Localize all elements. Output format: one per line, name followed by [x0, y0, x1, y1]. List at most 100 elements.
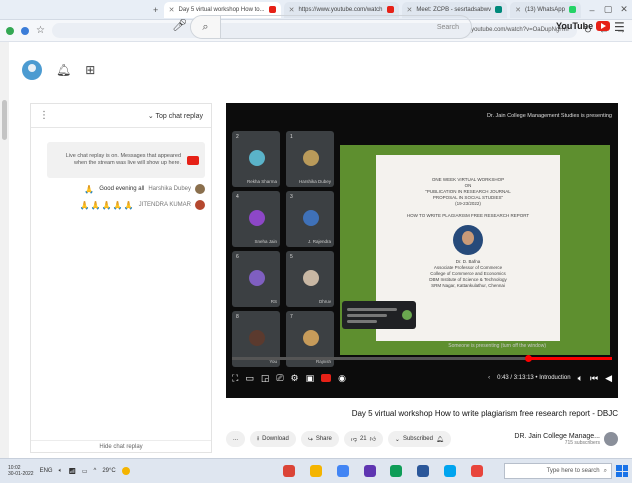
create-video-icon[interactable]: ⊞ [85, 63, 95, 77]
participant-avatar [249, 210, 265, 226]
maximize-window-icon[interactable]: ▢ [600, 4, 616, 15]
close-tab-icon[interactable]: ✕ [407, 6, 413, 14]
share-button[interactable]: ↪ Share [300, 431, 339, 447]
chrome-icon-2[interactable] [470, 465, 483, 477]
video-actions-row: ... ⭳ Download ↪ Share 👎︎ 21 👍︎ ⌄ Subscr… [226, 427, 618, 451]
autoplay-toggle[interactable] [321, 374, 332, 382]
chrome-icon[interactable] [283, 465, 296, 477]
live-chat-panel: ⋮ ⌄ Top chat replay Live chat replay is … [30, 103, 212, 453]
bookmark-star-icon[interactable]: ☆ [36, 25, 45, 36]
voice-search-icon[interactable]: 🎤︎ [172, 18, 187, 32]
chat-header: ⋮ ⌄ Top chat replay [31, 104, 211, 128]
channel-info[interactable]: DR. Jain College Manage... 715 subscribe… [514, 432, 618, 446]
more-options-icon[interactable]: ⋮ [39, 110, 49, 121]
system-tray: 10:02 30-01-2022 ENG 🔈︎ 📶︎ ▭ ^ 29°C [8, 463, 188, 479]
browser-tab-whatsapp[interactable]: (13) WhatsApp ✕ [510, 1, 581, 18]
miniplayer-icon[interactable]: ◲ [261, 373, 270, 384]
next-video-icon[interactable]: ⏮ [590, 373, 598, 384]
battery-icon[interactable]: ▭ [82, 468, 88, 475]
youtube-icon [386, 6, 394, 13]
presenter-self-view [342, 301, 416, 329]
scrollbar-thumb[interactable] [2, 100, 7, 140]
volume-icon[interactable]: 🔈︎ [578, 373, 583, 384]
file-explorer-icon[interactable] [310, 465, 323, 477]
participant-tile: 4 Sneha Jain [232, 191, 280, 247]
participant-tile: 3 J. Rajendra [286, 191, 334, 247]
like-dislike-button[interactable]: 👎︎ 21 👍︎ [343, 431, 383, 447]
taskbar-pinned-apps [276, 462, 490, 480]
volume-icon[interactable]: 🔈︎ [59, 468, 63, 475]
weather-sun-icon [121, 467, 130, 475]
new-tab-icon[interactable]: + [148, 5, 164, 15]
chat-author-avatar[interactable] [195, 200, 205, 210]
close-window-icon[interactable]: ✕ [616, 4, 632, 15]
windows-start-icon[interactable] [616, 465, 628, 477]
chapter-chevron-icon[interactable]: ‹ [488, 375, 490, 381]
participant-avatar [303, 330, 319, 346]
download-button[interactable]: ⭳ Download [250, 431, 296, 447]
subscribed-button[interactable]: ⌄ Subscribed 🔔︎ [387, 431, 451, 447]
language-indicator[interactable]: ENG [40, 468, 53, 474]
participant-avatar [303, 150, 319, 166]
extension-icon[interactable] [21, 26, 29, 35]
chevron-down-icon: ⌄ [394, 436, 400, 443]
more-actions-button[interactable]: ... [226, 431, 246, 447]
like-icon: 👍︎ [369, 437, 376, 443]
mail-icon[interactable] [336, 465, 349, 477]
search-icon: ⌕ [603, 467, 607, 474]
chat-message: JITENDRA KUMAR 🙏🙏🙏🙏🙏 [31, 200, 211, 210]
hamburger-menu-icon[interactable]: ☰ [614, 20, 625, 34]
photos-icon[interactable] [443, 465, 456, 477]
youtube-play-logo-icon [596, 21, 611, 31]
participant-avatar [249, 330, 265, 346]
channel-name[interactable]: DR. Jain College Manage... [514, 433, 600, 440]
fullscreen-icon[interactable]: ⛶ [232, 373, 238, 384]
speaker-photo [453, 225, 483, 255]
account-avatar[interactable] [22, 60, 42, 80]
taskbar-search-input[interactable]: ⌕ Type here to search [504, 463, 612, 479]
participant-tile: 6 RS [232, 251, 280, 307]
hide-chat-replay-button[interactable]: Hide chat replay [31, 440, 211, 452]
participant-tile: 2 Rekha Sharma [232, 131, 280, 187]
meet-icon [495, 6, 503, 13]
close-tab-icon[interactable]: ✕ [515, 6, 521, 14]
close-tab-icon[interactable]: ✕ [289, 6, 295, 14]
video-progress-bar[interactable] [232, 355, 612, 362]
search-bar[interactable]: ⌕ Search [190, 15, 472, 39]
chat-replay-notice: Live chat replay is on. Messages that ap… [47, 142, 205, 178]
autoplay-icon[interactable]: ◉ [338, 373, 346, 384]
youtube-header: 🔔︎ ⊞ [0, 42, 632, 98]
youtube-logo[interactable]: YouTube [556, 21, 611, 31]
whatsapp-icon [569, 6, 576, 13]
participant-avatar [249, 270, 265, 286]
weather-temp[interactable]: 29°C [102, 468, 115, 474]
search-input[interactable]: Search [221, 24, 471, 31]
theater-mode-icon[interactable]: ▭ [245, 373, 254, 384]
network-icon[interactable]: 📶︎ [68, 468, 76, 475]
video-player[interactable]: Dr. Jain College Management Studies is p… [226, 103, 618, 398]
edge-icon[interactable] [390, 465, 403, 477]
store-icon[interactable] [363, 465, 376, 477]
profile-icon[interactable] [6, 26, 14, 35]
play-pause-icon[interactable]: ◀ [605, 373, 612, 384]
search-icon[interactable]: ⌕ [191, 16, 221, 38]
close-tab-icon[interactable]: ✕ [169, 6, 175, 14]
share-icon: ↪ [307, 436, 313, 443]
time-display: 0:43 / 3:13:13 • Introduction [497, 375, 571, 381]
scrubber-handle[interactable] [525, 355, 533, 362]
participant-tile: 5 Dhruv [286, 251, 334, 307]
chevron-down-icon: ⌄ [147, 112, 156, 120]
subscriber-count: 715 subscribers [564, 439, 600, 446]
word-icon[interactable] [417, 465, 430, 477]
minimize-window-icon[interactable]: – [584, 5, 600, 15]
clock[interactable]: 10:02 30-01-2022 [8, 465, 34, 477]
subtitles-icon[interactable]: ▣ [306, 373, 315, 384]
page-scrollbar[interactable] [0, 42, 9, 458]
notifications-bell-icon[interactable]: 🔔︎ [56, 63, 71, 77]
channel-avatar[interactable] [604, 432, 618, 446]
settings-gear-icon[interactable]: ⚙ [291, 373, 299, 384]
chat-mode-dropdown[interactable]: ⌄ Top chat replay [148, 112, 203, 120]
chat-author-avatar[interactable] [195, 184, 205, 194]
tray-chevron-icon[interactable]: ^ [94, 468, 97, 474]
cast-icon[interactable]: ⎚ [276, 373, 283, 384]
